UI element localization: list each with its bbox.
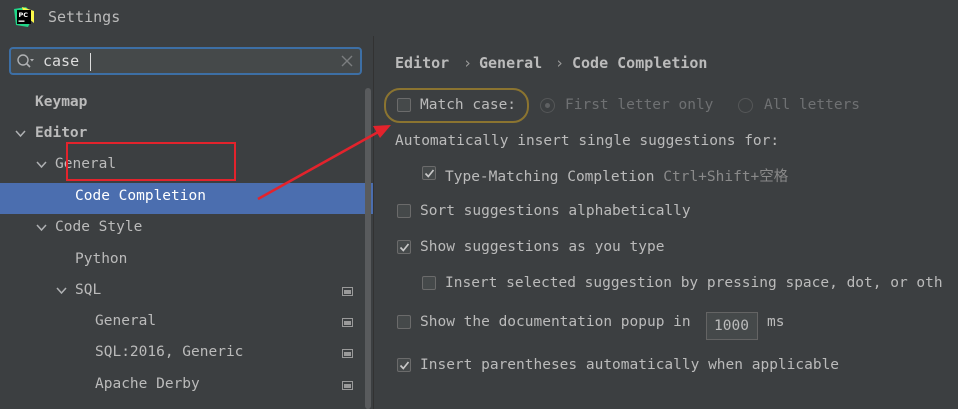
annotation-arrow-icon xyxy=(257,125,391,201)
